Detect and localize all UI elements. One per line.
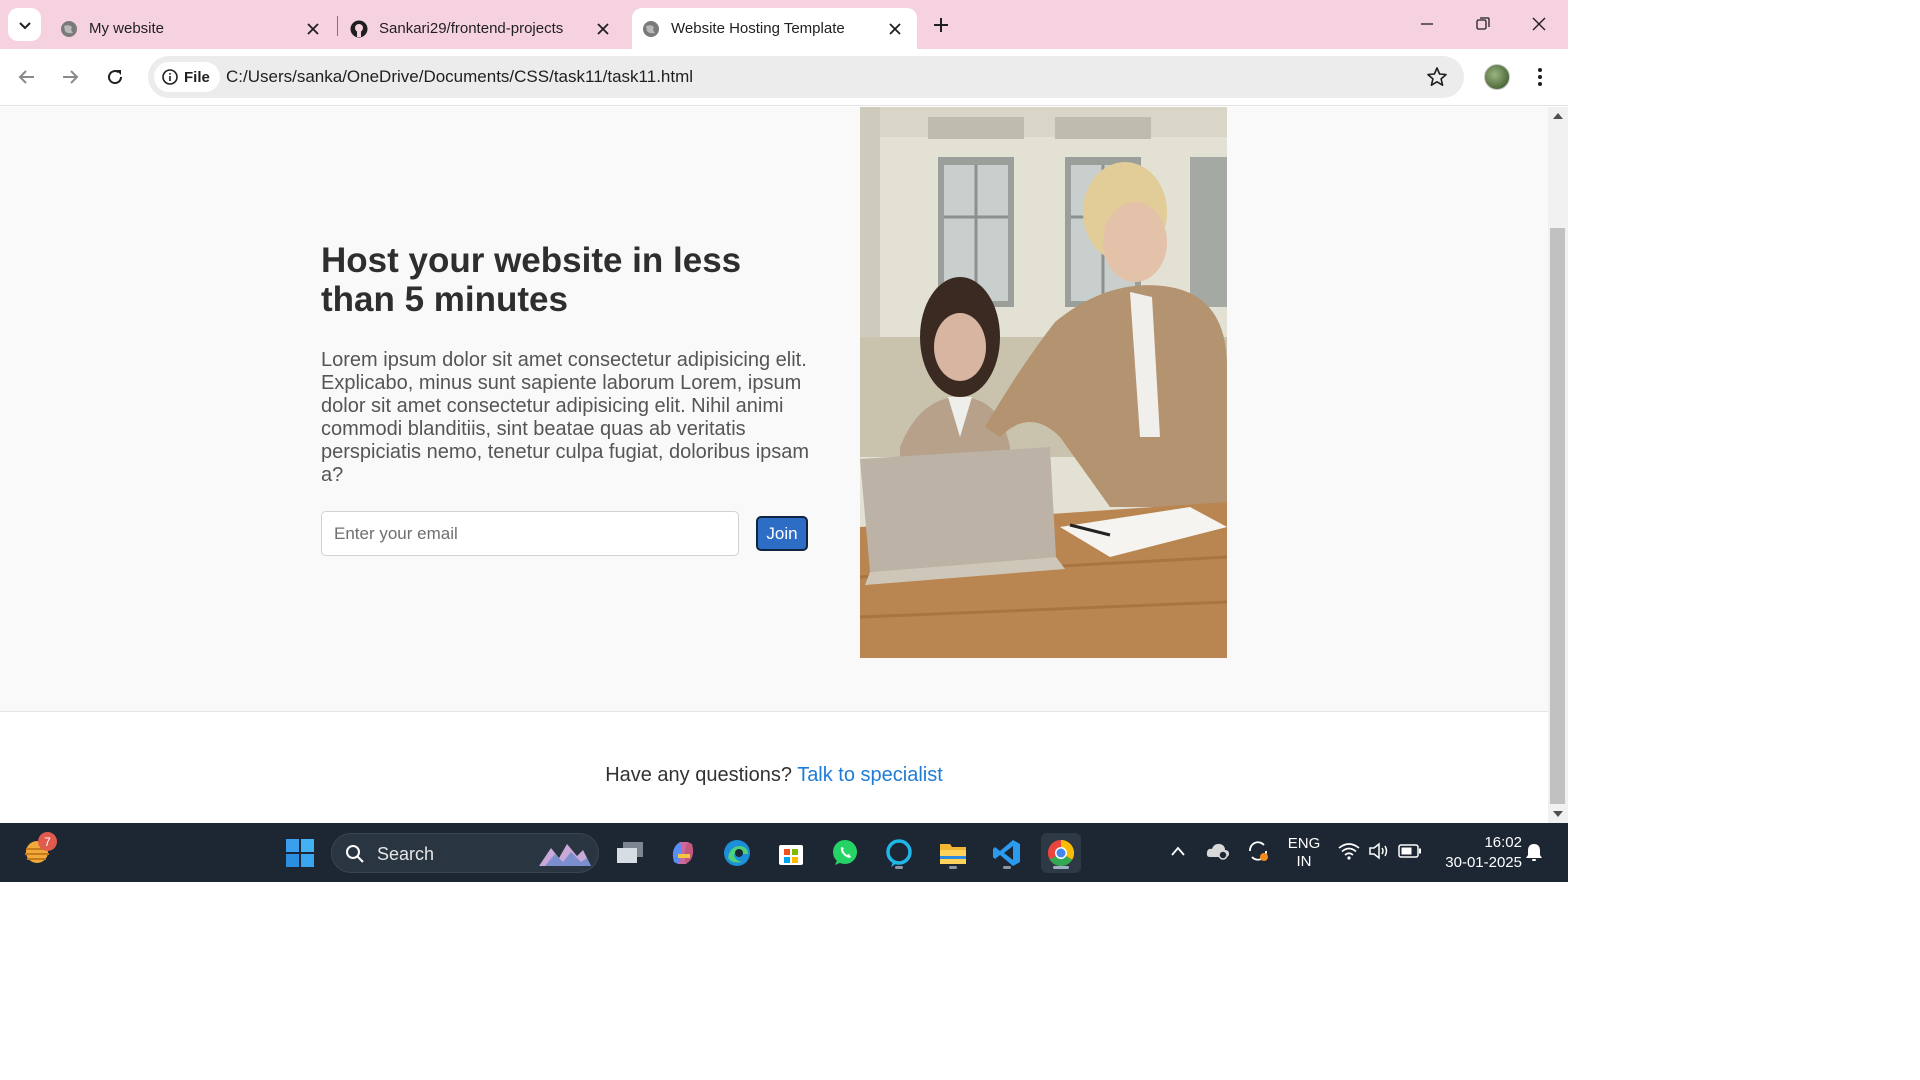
edge-icon [724,840,750,866]
clock-time: 16:02 [1484,834,1522,851]
browser-menu-button[interactable] [1528,65,1552,89]
running-indicator [1003,866,1011,869]
footer-question: Have any questions? [605,764,792,786]
tab-github[interactable]: Sankari29/frontend-projects [340,8,625,49]
info-icon [162,69,178,85]
battery-icon[interactable] [1398,844,1422,858]
hero-section: Host your website in less than 5 minutes… [0,107,1548,712]
profile-avatar[interactable] [1484,64,1510,90]
scroll-up-icon[interactable] [1553,113,1563,119]
vertical-scrollbar[interactable] [1548,107,1568,823]
close-tab-icon[interactable] [885,19,905,39]
tab-title: Sankari29/frontend-projects [379,20,564,37]
region-code: IN [1296,853,1312,870]
edge-button[interactable] [717,833,757,873]
close-tab-icon[interactable] [593,19,613,39]
alexa-button[interactable] [879,833,919,873]
search-label: Search [377,844,435,864]
arrow-right-icon [63,70,79,84]
close-tab-icon[interactable] [303,19,323,39]
email-input[interactable] [321,511,739,556]
forward-button[interactable] [54,61,86,93]
copilot-button[interactable] [663,833,703,873]
clock[interactable]: 16:02 30-01-2025 [1430,833,1522,873]
globe-icon [60,20,78,38]
tab-separator [337,16,338,36]
running-indicator [949,866,957,869]
join-button[interactable]: Join [756,516,808,551]
vscode-icon [993,840,1020,866]
whatsapp-icon [833,840,857,865]
volume-icon[interactable] [1368,842,1390,860]
wifi-icon[interactable] [1338,842,1360,860]
whatsapp-button[interactable] [825,833,865,873]
onedrive-icon[interactable] [1206,841,1230,861]
language-indicator[interactable]: ENG IN [1286,835,1322,871]
scroll-down-icon[interactable] [1553,811,1563,817]
search-highlight-icon [539,844,591,866]
chip-label: File [184,68,210,86]
tab-strip: My website Sankari29/frontend-projects W… [0,0,1568,49]
restore-icon [1476,17,1490,30]
address-bar[interactable]: File C:/Users/sanka/OneDrive/Documents/C… [148,56,1464,98]
browser-toolbar: File C:/Users/sanka/OneDrive/Documents/C… [0,49,1568,106]
chrome-button[interactable] [1041,833,1081,873]
weather-badge: 7 [38,832,57,851]
more-vertical-icon [1538,68,1542,86]
tab-website-hosting-template[interactable]: Website Hosting Template [632,8,917,49]
close-icon [1532,17,1546,31]
page-footer: Have any questions? Talk to specialist [0,713,1548,823]
file-explorer-button[interactable] [933,833,973,873]
talk-to-specialist-link[interactable]: Talk to specialist [797,764,943,786]
plus-icon [934,18,948,32]
sync-icon[interactable] [1246,839,1270,863]
reload-icon [108,70,123,85]
bookmark-star-icon[interactable] [1426,66,1448,88]
hero-photo [860,107,1227,658]
back-button[interactable] [11,61,43,93]
store-icon [779,845,803,865]
tab-title: Website Hosting Template [671,20,845,37]
page-viewport: Host your website in less than 5 minutes… [0,107,1548,823]
minimize-button[interactable] [1404,8,1450,40]
scrollbar-thumb[interactable] [1550,228,1565,804]
arrow-left-icon [18,70,34,84]
notification-bell-icon[interactable] [1524,842,1544,862]
vscode-button[interactable] [987,833,1027,873]
site-info-chip[interactable]: File [154,62,220,92]
search-icon [346,845,364,863]
github-icon [350,20,368,38]
new-tab-button[interactable] [928,12,954,38]
copilot-icon [672,842,694,864]
url-text[interactable]: C:/Users/sanka/OneDrive/Documents/CSS/ta… [226,67,693,87]
clock-date: 30-01-2025 [1445,854,1522,871]
windows-logo-icon [286,839,314,867]
store-button[interactable] [771,833,811,873]
start-button[interactable] [280,833,320,873]
tab-title: My website [89,20,165,37]
hero-description: Lorem ipsum dolor sit amet consectetur a… [321,349,810,486]
language-code: ENG [1287,835,1321,852]
task-view-button[interactable] [610,833,650,873]
running-indicator [895,866,903,869]
footer-line: Have any questions? Talk to specialist [0,764,1548,787]
chrome-icon [1047,839,1075,867]
show-hidden-icons-icon[interactable] [1170,845,1186,857]
running-indicator [1053,866,1069,869]
taskbar: 7 Search ENG IN 16:02 30-01-2025 [0,823,1568,882]
reload-button[interactable] [99,61,131,93]
minimize-icon [1421,23,1433,25]
task-view-icon [617,842,643,863]
alexa-icon [886,839,912,867]
hero-heading: Host your website in less than 5 minutes [321,241,742,319]
folder-icon [940,844,966,864]
restore-button[interactable] [1460,8,1506,40]
tab-my-website[interactable]: My website [0,8,335,49]
taskbar-search[interactable]: Search [331,833,599,873]
globe-icon [642,20,660,38]
close-window-button[interactable] [1516,8,1562,40]
